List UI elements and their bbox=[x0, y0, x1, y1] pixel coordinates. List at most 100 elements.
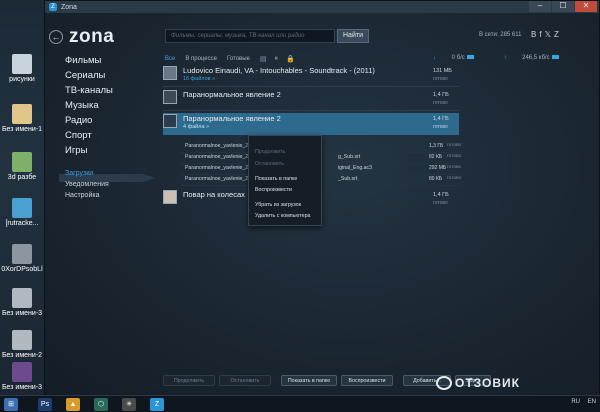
menu-item-resume[interactable]: Продолжить bbox=[255, 149, 285, 155]
file-name: Paranormalnoe_yavlenie_2_2 bbox=[185, 143, 254, 149]
desktop-icon-label: рисунки bbox=[9, 76, 35, 83]
file-status: готово bbox=[447, 176, 462, 181]
item-status: готово bbox=[433, 124, 448, 130]
play-button[interactable]: Воспроизвести bbox=[341, 375, 393, 386]
thumbnail bbox=[163, 90, 177, 104]
filter-all[interactable]: Все bbox=[165, 56, 175, 62]
desktop-icon[interactable]: Без имени-3 bbox=[0, 362, 44, 392]
file-size: 1,3 ГБ bbox=[429, 143, 444, 149]
sidebar-item-tv[interactable]: ТВ-каналы bbox=[65, 83, 165, 98]
sidebar-item-sport[interactable]: Спорт bbox=[65, 128, 165, 143]
sidebar-item-settings[interactable]: Настройка bbox=[65, 190, 165, 201]
file-status: готово bbox=[447, 165, 462, 170]
item-status: готово bbox=[433, 100, 448, 106]
menu-item-delete[interactable]: Удалить с компьютера bbox=[255, 213, 310, 219]
item-name: Паранормальное явление 2 bbox=[183, 90, 281, 99]
filter-bar: Все В процессе Готовые ▤ ⏸ 🔒 bbox=[165, 55, 303, 63]
taskbar-photoshop[interactable]: Ps bbox=[38, 398, 52, 411]
show-in-folder-button[interactable]: Показать в папке bbox=[281, 375, 337, 386]
item-name: Паранормальное явление 2 bbox=[183, 114, 281, 123]
item-name: Повар на колесах bbox=[183, 190, 245, 199]
resume-button[interactable]: Продолжить bbox=[163, 375, 215, 386]
taskbar-app[interactable]: ⬡ bbox=[94, 398, 108, 411]
desktop-icon[interactable]: Без имени-3 bbox=[0, 288, 44, 318]
list-item[interactable]: Ludovico Einaudi, VA - Intouchables - So… bbox=[163, 65, 459, 87]
file-ext: _Sub.srt bbox=[338, 176, 358, 182]
item-status: готово bbox=[433, 200, 448, 206]
filter-in-progress[interactable]: В процессе bbox=[185, 56, 217, 62]
back-arrow-icon[interactable]: ← bbox=[49, 30, 63, 44]
sidebar-item-games[interactable]: Игры bbox=[65, 143, 165, 158]
upload-speed: 246,5 кб/с bbox=[522, 55, 550, 61]
stop-button[interactable]: Остановить bbox=[219, 375, 271, 386]
desktop-icon-label: Без имени-2 bbox=[1, 352, 43, 359]
search-button[interactable]: Найти bbox=[337, 29, 369, 43]
menu-item-remove[interactable]: Убрать из загрузок bbox=[255, 202, 301, 208]
speed-indicators: ↓ 0 б/с ↑ 246,5 кб/с bbox=[405, 55, 559, 61]
start-button[interactable]: ⊞ bbox=[4, 398, 18, 411]
menu-item-play[interactable]: Воспроизвести bbox=[255, 187, 292, 193]
watermark: ОТЗОВИК bbox=[455, 376, 520, 390]
file-size: 82 КБ bbox=[429, 154, 443, 160]
file-row[interactable]: Paranormalnoe_yavlenie_2_2 iginal_Eng.ac… bbox=[181, 165, 462, 175]
desktop-icon[interactable]: 0XorDPsobLl bbox=[0, 244, 44, 274]
download-arrow-icon: ↓ bbox=[433, 55, 436, 61]
desktop-icon[interactable]: Без имени-1 bbox=[0, 104, 44, 134]
pause-icon[interactable]: ⏸ bbox=[275, 55, 279, 63]
sidebar-item-downloads[interactable]: Загрузки bbox=[65, 168, 165, 179]
zona-social-icon[interactable]: Z bbox=[554, 30, 562, 39]
upload-arrow-icon: ↑ bbox=[503, 55, 507, 61]
maximize-button[interactable]: ☐ bbox=[552, 1, 574, 12]
taskbar-zona[interactable]: Z bbox=[150, 398, 164, 411]
file-row[interactable]: Paranormalnoe_yavlenie_2_2 g_Sub.srt 82 … bbox=[181, 154, 461, 164]
sidebar-item-notifications[interactable]: Уведомления bbox=[65, 179, 165, 190]
list-item-selected[interactable]: Паранормальное явление 2 4 файла » 1,4 Г… bbox=[163, 113, 459, 135]
file-ext: iginal_Eng.ac3 bbox=[338, 165, 373, 171]
twitter-icon[interactable]: 𝕏 bbox=[545, 30, 554, 39]
desktop-icon[interactable]: Без имени-2 bbox=[0, 330, 44, 360]
thumbnail bbox=[163, 190, 177, 204]
minimize-button[interactable]: – bbox=[529, 1, 551, 12]
menu-item-show-in-folder[interactable]: Показать в папке bbox=[255, 176, 297, 182]
item-size: 1,4 ГБ bbox=[433, 92, 449, 98]
file-row[interactable]: Paranormalnoe_yavlenie_2_2 _Sub.srt 80 К… bbox=[181, 176, 462, 186]
file-name: Paranormalnoe_yavlenie_2_2 bbox=[185, 176, 254, 182]
sidebar-item-films[interactable]: Фильмы bbox=[65, 53, 165, 68]
desktop-icon-label: 0XorDPsobLl bbox=[1, 266, 43, 273]
sidebar-item-music[interactable]: Музыка bbox=[65, 98, 165, 113]
search-input[interactable]: Фильмы, сериалы, музыка, ТВ-канал или ра… bbox=[165, 29, 335, 43]
taskbar-app[interactable]: ▲ bbox=[66, 398, 80, 411]
title-bar[interactable]: Z Zona – ☐ ✕ bbox=[45, 1, 599, 13]
context-menu: Продолжить Остановить Показать в папке В… bbox=[248, 135, 322, 226]
folder-icon[interactable]: ▤ bbox=[260, 55, 267, 63]
tray-lang-alt[interactable]: EN bbox=[588, 399, 596, 405]
item-name: Ludovico Einaudi, VA - Intouchables - So… bbox=[183, 66, 375, 75]
tray-lang[interactable]: RU bbox=[571, 399, 580, 405]
item-size: 1,4 ГБ bbox=[433, 192, 449, 198]
menu-item-stop[interactable]: Остановить bbox=[255, 161, 284, 167]
filter-done[interactable]: Готовые bbox=[227, 56, 250, 62]
social-links: Вf𝕏Z bbox=[531, 30, 562, 39]
files-link[interactable]: 16 файлов » bbox=[183, 76, 215, 82]
sidebar-item-series[interactable]: Сериалы bbox=[65, 68, 165, 83]
sidebar-menu: Фильмы Сериалы ТВ-каналы Музыка Радио Сп… bbox=[65, 53, 165, 201]
file-size: 80 КБ bbox=[429, 176, 443, 182]
lock-icon[interactable]: 🔒 bbox=[286, 55, 295, 63]
desktop-icon[interactable]: [rutracke... bbox=[0, 198, 44, 228]
files-link[interactable]: 4 файла » bbox=[183, 124, 209, 130]
online-count: В сети: 285 611 bbox=[479, 32, 522, 38]
zona-window: Z Zona – ☐ ✕ ← zona Фильмы, сериалы, муз… bbox=[44, 0, 600, 396]
file-row[interactable]: Paranormalnoe_yavlenie_2_2 1,3 ГБ готово bbox=[181, 143, 461, 153]
desktop-icon[interactable]: рисунки bbox=[0, 54, 44, 84]
sidebar-item-radio[interactable]: Радио bbox=[65, 113, 165, 128]
file-name: Paranormalnoe_yavlenie_2_2 bbox=[185, 165, 254, 171]
zona-app-icon: Z bbox=[49, 3, 57, 11]
file-ext: g_Sub.srt bbox=[338, 154, 361, 160]
taskbar: ⊞ Ps ▲ ⬡ ✳ Z RU EN bbox=[0, 395, 600, 412]
list-item[interactable]: Паранормальное явление 2 1,4 ГБ готово bbox=[163, 89, 459, 111]
desktop-icon[interactable]: 3d разбе bbox=[0, 152, 44, 182]
app-area: ← zona Фильмы, сериалы, музыка, ТВ-канал… bbox=[45, 13, 599, 396]
close-button[interactable]: ✕ bbox=[575, 1, 597, 12]
taskbar-app[interactable]: ✳ bbox=[122, 398, 136, 411]
logo: zona bbox=[69, 26, 115, 47]
